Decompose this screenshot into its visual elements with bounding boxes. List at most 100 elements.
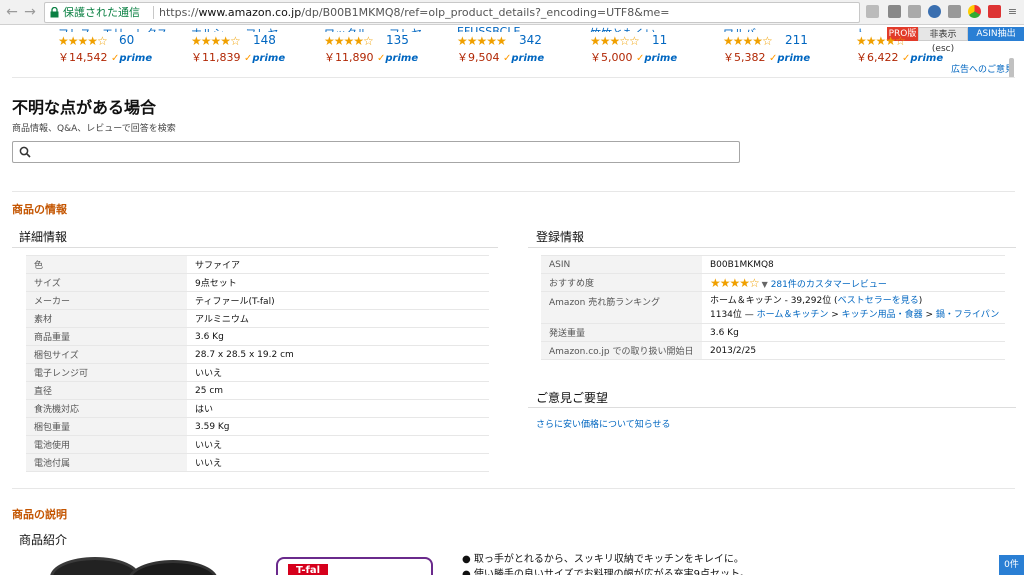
review-count-link[interactable]: 60 <box>119 33 134 47</box>
prime-badge: ✓prime <box>111 53 153 64</box>
detail-value: はい <box>187 399 489 418</box>
rank-key: Amazon 売れ筋ランキング <box>541 291 702 324</box>
browser-toolbar: ← → 保護された通信 https://www.amazon.co.jp/dp/… <box>0 0 1024 25</box>
carousel-item-title[interactable]: トー <box>856 25 878 32</box>
divider <box>12 77 1015 78</box>
divider <box>12 191 1015 192</box>
cheaper-price-link[interactable]: さらに安い価格について知らせる <box>536 417 671 430</box>
carousel-item-title[interactable]: ワックル・ーフレヤ <box>324 25 422 32</box>
asin-extract-button[interactable]: ASIN抽出(11) <box>968 27 1024 53</box>
detail-key: 梱包サイズ <box>26 345 187 364</box>
ship-weight-key: 発送重量 <box>541 323 702 342</box>
table-row: 食洗機対応 はい <box>26 399 489 418</box>
rating-key: おすすめ度 <box>541 273 702 292</box>
url-separator <box>153 6 154 19</box>
extension-icon-6[interactable] <box>968 5 981 18</box>
prime-badge: ✓prime <box>244 53 286 64</box>
detail-value: 3.6 Kg <box>187 327 489 346</box>
star-rating-icon: ★★★★☆ <box>723 34 773 48</box>
details-table: 色サファイア サイズ 9点セット メーカー ティファール(T-fal) 素材 アルミニウム商… <box>26 255 489 472</box>
carousel-item-title[interactable]: ワルバ <box>723 25 756 32</box>
detail-key: メーカー <box>26 291 187 310</box>
detail-key: 電池付属 <box>26 453 187 472</box>
detail-key: 食洗機対応 <box>26 399 187 418</box>
secure-label: 保護された通信 <box>63 6 140 19</box>
table-row: 色サファイア <box>26 255 489 274</box>
hide-extension-button[interactable]: 非表示(esc) <box>918 27 968 54</box>
detail-value: アルミニウム <box>187 309 489 328</box>
review-count-link[interactable]: 281件のカスタマーレビュー <box>771 280 887 290</box>
back-arrow-icon[interactable]: ← <box>4 3 20 21</box>
detail-key: サイズ <box>26 273 187 292</box>
price: ￥5,000 ✓prime <box>590 51 678 64</box>
cart-count-badge[interactable]: 0件 <box>999 555 1024 575</box>
ad-feedback-link[interactable]: 広告へのご意見 <box>951 62 1014 75</box>
detail-value: いいえ <box>187 435 489 454</box>
description-heading: 商品の説明 <box>12 508 67 521</box>
category-link-kitchenware[interactable]: キッチン用品・食器 <box>842 310 923 320</box>
extension-icon-7[interactable] <box>988 5 1001 18</box>
forward-arrow-icon[interactable]: → <box>22 3 38 21</box>
review-count-link[interactable]: 135 <box>386 33 409 47</box>
star-rating-icon: ★★★★☆ <box>58 34 108 48</box>
review-count-link[interactable]: 211 <box>785 33 808 47</box>
detail-value: 28.7 x 28.5 x 19.2 cm <box>187 345 489 364</box>
prime-badge: ✓prime <box>377 53 419 64</box>
price: ￥11,890 ✓prime <box>324 51 419 64</box>
qa-subtitle: 商品情報、Q&A、レビューで回答を検索 <box>12 124 176 134</box>
intro-heading: 商品紹介 <box>19 533 68 547</box>
chevron-down-icon[interactable]: ▼ <box>762 280 768 289</box>
star-rating-icon: ★★★★☆ <box>324 34 374 48</box>
lock-icon <box>50 7 59 18</box>
carousel-item-title[interactable]: 竹竹ともくい <box>590 25 656 32</box>
extension-icon-1[interactable] <box>866 5 879 18</box>
detail-key: 商品重量 <box>26 327 187 346</box>
detail-value: いいえ <box>187 363 489 382</box>
extension-icon-3[interactable] <box>908 5 921 18</box>
rating-stars-icon[interactable]: ★★★★☆ <box>710 276 760 290</box>
carousel-item-title[interactable]: ホルシーーフレヤ <box>191 25 278 32</box>
frying-pan-image <box>128 560 218 575</box>
qa-title: 不明な点がある場合 <box>12 98 157 117</box>
table-row: サイズ 9点セット <box>26 273 489 292</box>
tfal-logo: T-fal <box>288 564 328 575</box>
price: ￥14,542 ✓prime <box>58 51 153 64</box>
review-count-link[interactable]: 148 <box>253 33 276 47</box>
carousel-item-title[interactable]: EFUSSBCLE <box>457 25 520 32</box>
asin-key: ASIN <box>541 255 702 274</box>
extension-icon-5[interactable] <box>948 5 961 18</box>
review-count-link[interactable]: 11 <box>652 33 667 47</box>
feedback-heading: ご意見ご要望 <box>536 391 609 405</box>
table-row: 梱包重量 3.59 Kg <box>26 417 489 436</box>
carousel-scrollbar[interactable] <box>1009 58 1014 78</box>
product-box-image: T-fal <box>276 557 433 575</box>
address-bar[interactable]: 保護された通信 https://www.amazon.co.jp/dp/B00B… <box>44 2 860 23</box>
detail-value: 25 cm <box>187 381 489 400</box>
table-row: ASIN B00B1MKMQ8 <box>541 255 1005 274</box>
feature-bullet: ● 取っ手がとれるから、スッキリ収納でキッチンをキレイに。 <box>462 554 744 565</box>
bestseller-link[interactable]: ベストセラーを見る <box>838 296 919 306</box>
table-row: 素材 アルミニウム <box>26 309 489 328</box>
review-count-link[interactable]: 342 <box>519 33 542 47</box>
extension-icon-2[interactable] <box>888 5 901 18</box>
extension-icon-4[interactable] <box>928 5 941 18</box>
price: ￥11,839 ✓prime <box>191 51 286 64</box>
rating-value: ★★★★☆ ▼ 281件のカスタマーレビュー <box>702 273 1005 292</box>
menu-icon[interactable]: ≡ <box>1006 5 1019 18</box>
detail-value: ティファール(T-fal) <box>187 291 489 310</box>
detail-value: 9点セット <box>187 273 489 292</box>
table-row: 発送重量 3.6 Kg <box>541 323 1005 342</box>
carousel-item-title[interactable]: フレス・エリ・レクス <box>58 25 168 32</box>
qa-search-input[interactable] <box>12 141 740 163</box>
ship-weight-value: 3.6 Kg <box>702 323 1005 342</box>
category-link-home-kitchen[interactable]: ホーム＆キッチン <box>757 310 829 320</box>
category-link-pans[interactable]: 鍋・フライパン <box>936 310 999 320</box>
detail-key: 梱包重量 <box>26 417 187 436</box>
detail-key: 電子レンジ可 <box>26 363 187 382</box>
url-text: https://www.amazon.co.jp/dp/B00B1MKMQ8/r… <box>159 6 670 19</box>
release-date-value: 2013/2/25 <box>702 341 1005 360</box>
star-rating-icon: ★★★★☆ <box>856 34 906 48</box>
table-row: 電池付属 いいえ <box>26 453 489 472</box>
table-row: おすすめ度 ★★★★☆ ▼ 281件のカスタマーレビュー <box>541 273 1005 292</box>
detail-value: サファイア <box>187 255 489 274</box>
